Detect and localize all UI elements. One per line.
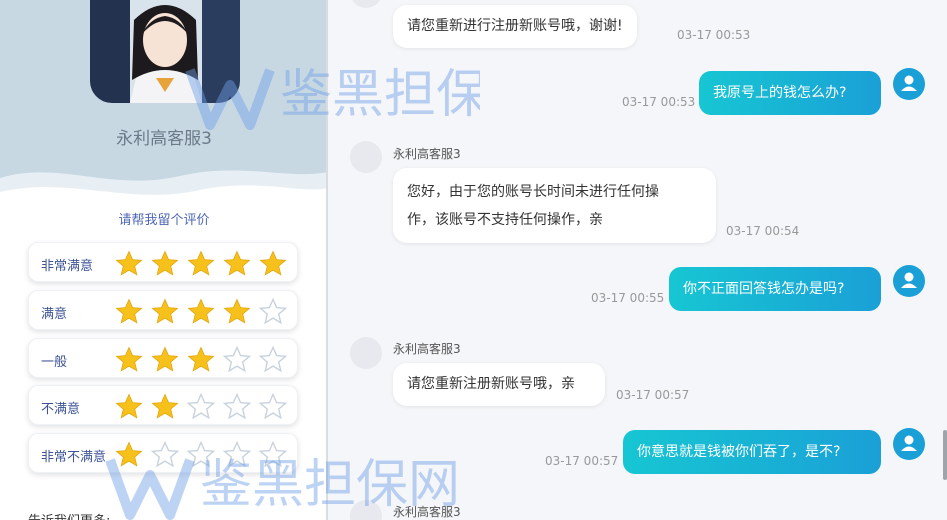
star-empty-icon[interactable] (259, 393, 287, 419)
star-filled-icon[interactable] (151, 346, 179, 372)
rating-option-dissatisfied[interactable]: 不满意 (28, 385, 298, 425)
agent-name: 永利高客服3 (116, 129, 212, 149)
star-row (115, 393, 287, 419)
star-empty-icon[interactable] (259, 346, 287, 372)
star-filled-icon[interactable] (187, 346, 215, 372)
sender-name: 永利高客服3 (393, 505, 461, 519)
agent-message: 您好，由于您的账号长时间未进行任何操 作，该账号不支持任何操作，亲 (393, 168, 716, 243)
agent-avatar-small (350, 337, 382, 369)
agent-avatar-small (350, 500, 382, 520)
message-time: 03-17 00:53 (622, 95, 696, 109)
left-scrollbar[interactable] (326, 0, 328, 520)
star-row (115, 298, 287, 324)
rate-prompt: 请帮我留个评价 (118, 213, 210, 228)
rating-label: 非常不满意 (41, 450, 107, 465)
star-filled-icon[interactable] (187, 298, 215, 324)
star-filled-icon[interactable] (223, 250, 251, 276)
user-message: 你不正面回答钱怎办是吗? (669, 267, 881, 311)
rating-label: 满意 (41, 307, 68, 322)
agent-avatar (90, 0, 240, 103)
star-filled-icon[interactable] (151, 250, 179, 276)
star-empty-icon[interactable] (223, 441, 251, 467)
user-message: 你意思就是钱被你们吞了，是不? (623, 430, 881, 474)
user-avatar-icon (893, 428, 925, 460)
agent-avatar-small (350, 0, 382, 8)
message-line: 您好，由于您的账号长时间未进行任何操 (407, 184, 659, 200)
agent-avatar-small (350, 141, 382, 173)
rating-label: 非常满意 (41, 259, 94, 274)
star-empty-icon[interactable] (259, 298, 287, 324)
star-filled-icon[interactable] (115, 298, 143, 324)
user-avatar-icon (893, 265, 925, 297)
star-filled-icon[interactable] (115, 250, 143, 276)
star-empty-icon[interactable] (259, 441, 287, 467)
message-time: 03-17 00:54 (726, 224, 800, 238)
rating-option-very-satisfied[interactable]: 非常满意 (28, 242, 298, 282)
sender-name: 永利高客服3 (393, 342, 461, 356)
star-filled-icon[interactable] (151, 298, 179, 324)
star-empty-icon[interactable] (223, 346, 251, 372)
star-empty-icon[interactable] (187, 441, 215, 467)
agent-message: 请您重新注册新账号哦，亲 (393, 363, 605, 406)
star-filled-icon[interactable] (259, 250, 287, 276)
star-empty-icon[interactable] (151, 441, 179, 467)
message-time: 03-17 00:57 (616, 388, 690, 402)
star-row (115, 250, 287, 276)
rating-label: 一般 (41, 355, 68, 370)
message-time: 03-17 00:55 (591, 291, 665, 305)
star-filled-icon[interactable] (115, 346, 143, 372)
user-avatar-icon (893, 68, 925, 100)
star-filled-icon[interactable] (223, 298, 251, 324)
message-line: 作，该账号不支持任何操作，亲 (407, 212, 603, 228)
user-message: 我原号上的钱怎么办? (699, 71, 881, 115)
feedback-prompt: 告诉我们更多: (28, 510, 110, 520)
profile-wave (0, 170, 328, 210)
star-filled-icon[interactable] (115, 393, 143, 419)
rating-option-satisfied[interactable]: 满意 (28, 290, 298, 330)
rating-option-very-dissatisfied[interactable]: 非常不满意 (28, 433, 298, 473)
star-filled-icon[interactable] (115, 441, 143, 467)
chat-panel: 请您重新进行注册新账号哦，谢谢! 03-17 00:53 03-17 00:53… (330, 0, 947, 520)
star-empty-icon[interactable] (187, 393, 215, 419)
message-time: 03-17 00:53 (677, 28, 751, 42)
star-row (115, 346, 287, 372)
star-filled-icon[interactable] (151, 393, 179, 419)
chat-scrollbar[interactable] (943, 430, 947, 480)
sender-name: 永利高客服3 (393, 147, 461, 161)
star-filled-icon[interactable] (187, 250, 215, 276)
rating-panel: 永利高客服3 请帮我留个评价 非常满意 满意 一般 不满意 非常不满意 告诉我们… (0, 0, 328, 520)
rating-option-neutral[interactable]: 一般 (28, 338, 298, 378)
star-row (115, 441, 287, 467)
star-empty-icon[interactable] (223, 393, 251, 419)
rating-label: 不满意 (41, 402, 81, 417)
message-time: 03-17 00:57 (545, 454, 619, 468)
agent-message: 请您重新进行注册新账号哦，谢谢! (393, 5, 637, 48)
